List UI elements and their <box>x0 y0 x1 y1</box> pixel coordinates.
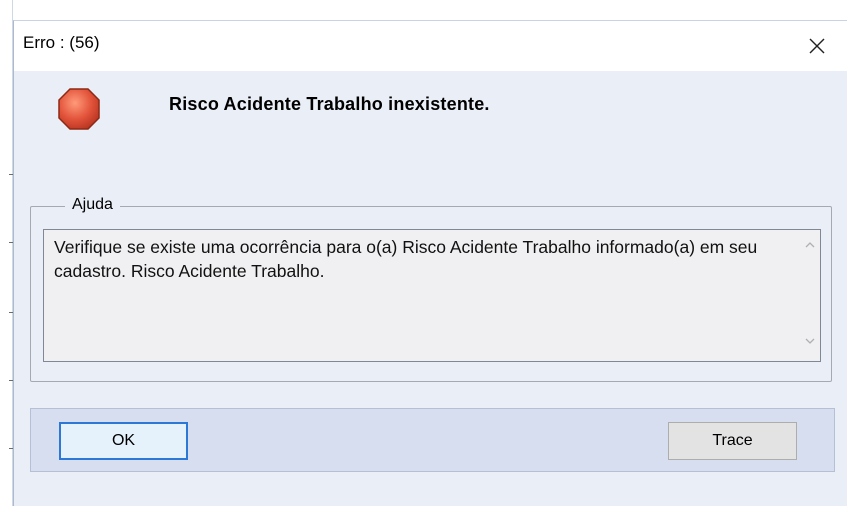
help-scrollbar[interactable] <box>800 230 820 361</box>
help-group-label: Ajuda <box>65 196 120 214</box>
error-message: Risco Acidente Trabalho inexistente. <box>169 94 490 114</box>
chevron-up-icon[interactable] <box>805 241 815 248</box>
title-bar[interactable]: Erro : (56) <box>14 21 847 71</box>
help-text: Verifique se existe uma ocorrência para … <box>54 237 758 281</box>
error-dialog: Erro : (56) Risco Acidente Trabalho inex… <box>13 20 847 506</box>
stop-icon <box>58 88 100 130</box>
button-bar: OK Trace <box>30 408 835 472</box>
help-textbox[interactable]: Verifique se existe uma ocorrência para … <box>43 229 821 362</box>
dialog-title: Erro : (56) <box>23 33 100 52</box>
chevron-down-icon[interactable] <box>805 338 815 345</box>
close-icon <box>809 38 825 54</box>
trace-button[interactable]: Trace <box>668 422 797 460</box>
ok-button[interactable]: OK <box>59 422 188 460</box>
background-window-edge <box>0 0 14 506</box>
close-button[interactable] <box>787 21 847 71</box>
